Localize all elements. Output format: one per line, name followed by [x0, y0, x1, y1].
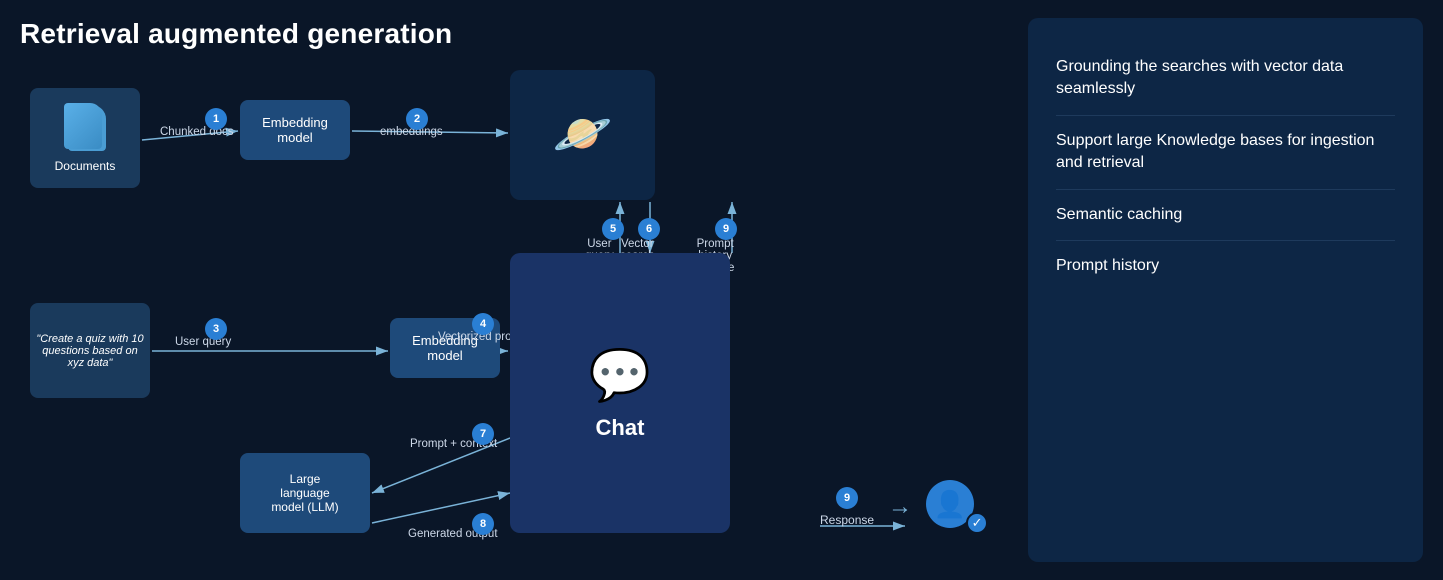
step-8-circle: 8	[472, 513, 494, 535]
response-label: Response	[820, 513, 874, 527]
step-3-circle: 3	[205, 318, 227, 340]
panel-item-3: Prompt history	[1056, 241, 1395, 291]
step-6-circle: 6	[638, 218, 660, 240]
step-9a-circle: 9	[715, 218, 737, 240]
step-7-circle: 7	[472, 423, 494, 445]
right-panel: Grounding the searches with vector data …	[1028, 18, 1423, 562]
cosmos-box: 🪐	[510, 70, 655, 200]
embedding-model-1-label: Embedding model	[262, 115, 328, 145]
chat-box: 💬 Chat	[510, 253, 730, 533]
diagram-area: Retrieval augmented generation	[20, 18, 1004, 562]
response-user-icon: 👤 ✓	[926, 480, 988, 534]
response-area: 9 Response → 👤 ✓	[820, 480, 988, 534]
page-title: Retrieval augmented generation	[20, 18, 1004, 50]
document-icon	[64, 103, 106, 151]
documents-label: Documents	[55, 159, 116, 173]
documents-box: Documents	[30, 88, 140, 188]
step-4-circle: 4	[472, 313, 494, 335]
chat-icon: 💬	[589, 346, 651, 405]
llm-label: Large language model (LLM)	[271, 472, 338, 514]
panel-item-1: Support large Knowledge bases for ingest…	[1056, 116, 1395, 190]
step-1-circle: 1	[205, 108, 227, 130]
step-2-circle: 2	[406, 108, 428, 130]
step-5-circle: 5	[602, 218, 624, 240]
cosmos-icon: 🪐	[553, 111, 613, 159]
user-query-box: "Create a quiz with 10 questions based o…	[30, 303, 150, 398]
panel-item-2: Semantic caching	[1056, 190, 1395, 241]
step-3-label: User query	[175, 336, 231, 348]
embedding-model-1-box: Embedding model	[240, 100, 350, 160]
llm-box: Large language model (LLM)	[240, 453, 370, 533]
step-9b-circle: 9	[836, 487, 858, 509]
user-query-label: "Create a quiz with 10 questions based o…	[36, 333, 144, 369]
panel-item-0: Grounding the searches with vector data …	[1056, 42, 1395, 116]
chat-label: Chat	[596, 415, 645, 441]
